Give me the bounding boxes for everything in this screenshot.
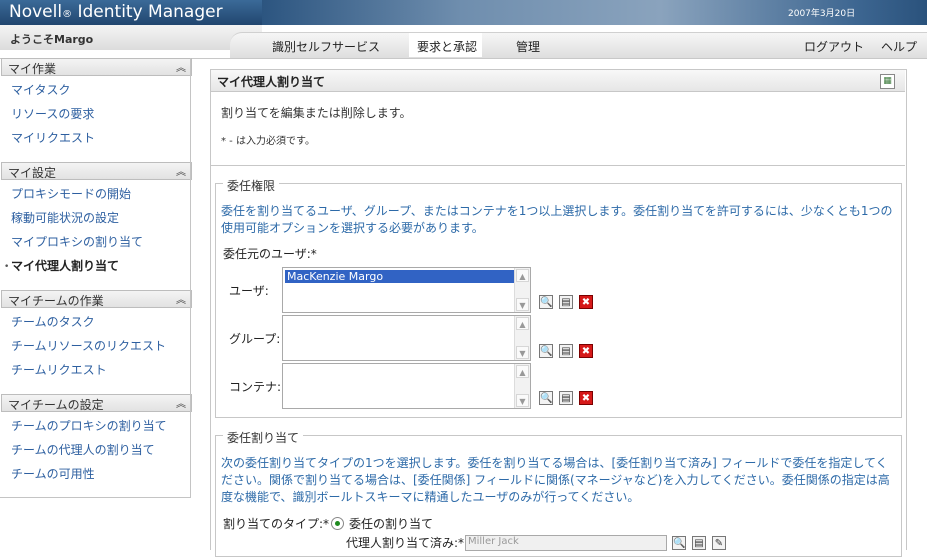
group-history-icon[interactable]: ▤: [559, 344, 573, 358]
active-bullet-icon: •: [4, 262, 10, 272]
proxy-assigned-field[interactable]: Miller Jack: [465, 535, 667, 551]
scroll-up-icon[interactable]: ▲: [516, 317, 529, 330]
app-logo: Novell® Identity Manager: [9, 2, 223, 22]
required-note: * - は入力必須です。: [221, 136, 315, 147]
sidebar-item-team-resource-requests[interactable]: チームリソースのリクエスト: [11, 337, 166, 354]
sidebar-item-team-tasks[interactable]: チームのタスク: [11, 313, 95, 330]
current-date: 2007年3月20日: [788, 9, 856, 19]
container-search-icon[interactable]: 🔍: [539, 391, 553, 405]
page-title: マイ代理人割り当て: [217, 75, 326, 89]
delegation-legend: 委任権限: [223, 177, 280, 194]
user-listbox[interactable]: MacKenzie Margo ▲ ▼: [282, 267, 531, 313]
proxy-edit-icon[interactable]: ✎: [712, 536, 726, 550]
proxy-assigned-label: 代理人割り当て済み:*: [346, 536, 465, 550]
sidebar-item-start-proxy-mode[interactable]: プロキシモードの開始: [11, 185, 131, 202]
group-label: グループ:: [229, 332, 281, 346]
group-search-icon[interactable]: 🔍: [539, 344, 553, 358]
sidebar-item-my-tasks[interactable]: マイタスク: [11, 81, 71, 98]
scroll-up-icon[interactable]: ▲: [516, 365, 529, 378]
user-label: ユーザ:: [229, 284, 269, 298]
sidebar-item-team-proxy-assignments[interactable]: チームのプロキシの割り当て: [11, 417, 167, 434]
assignment-type-option: 委任の割り当て: [349, 517, 434, 531]
scroll-down-icon[interactable]: ▼: [516, 394, 529, 407]
assignment-info: 次の委任割り当てタイプの1つを選択します。委任を割り当てる場合は、[委任割り当て…: [221, 456, 890, 504]
assignment-type-label: 割り当てのタイプ:*: [223, 517, 330, 531]
scrollbar[interactable]: ▲ ▼: [514, 364, 530, 408]
assignment-legend: 委任割り当て: [223, 429, 304, 446]
user-selected-item[interactable]: MacKenzie Margo: [285, 270, 515, 283]
scroll-down-icon[interactable]: ▼: [516, 298, 529, 311]
sidebar-bottom-border: [0, 497, 191, 498]
container-label: コンテナ:: [229, 380, 282, 394]
help-link[interactable]: ヘルプ: [881, 38, 917, 55]
sidebar-item-proxy-assignments[interactable]: マイプロキシの割り当て: [11, 233, 143, 250]
collapse-icon[interactable]: ︽: [174, 395, 188, 410]
logout-link[interactable]: ログアウト: [804, 38, 864, 55]
container-history-icon[interactable]: ▤: [559, 391, 573, 405]
collapse-icon[interactable]: ︽: [174, 59, 188, 74]
group-listbox[interactable]: ▲ ▼: [282, 315, 531, 361]
collapse-icon[interactable]: ︽: [174, 291, 188, 306]
sidebar-border: [190, 58, 191, 498]
sidebar-item-team-requests[interactable]: チームリクエスト: [11, 361, 107, 378]
scrollbar[interactable]: ▲ ▼: [514, 316, 530, 360]
proxy-search-icon[interactable]: 🔍: [672, 536, 686, 550]
user-search-icon[interactable]: 🔍: [539, 295, 553, 309]
user-clear-icon[interactable]: ✖: [579, 295, 593, 309]
sidebar-item-team-delegate-assignments[interactable]: チームの代理人の割り当て: [11, 441, 155, 458]
proxy-history-icon[interactable]: ▤: [692, 536, 706, 550]
container-listbox[interactable]: ▲ ▼: [282, 363, 531, 409]
section-divider: [211, 165, 905, 166]
from-user-label: 委任元のユーザ:*: [223, 247, 317, 261]
sidebar-item-my-requests[interactable]: マイリクエスト: [11, 129, 95, 146]
sidebar-item-delegate-assignments[interactable]: マイ代理人割り当て: [11, 257, 119, 274]
scroll-up-icon[interactable]: ▲: [516, 269, 529, 282]
collapse-icon[interactable]: ︽: [174, 163, 188, 178]
welcome-message: ようこそMargo: [10, 33, 94, 46]
sidebar-item-availability[interactable]: 稼動可能状況の設定: [11, 209, 119, 226]
scroll-down-icon[interactable]: ▼: [516, 346, 529, 359]
layout-icon[interactable]: ▦: [880, 74, 895, 89]
scrollbar[interactable]: ▲ ▼: [514, 268, 530, 312]
group-clear-icon[interactable]: ✖: [579, 344, 593, 358]
assignment-type-radio[interactable]: [331, 517, 344, 530]
sidebar-section-team-settings[interactable]: マイチームの設定 ︽: [1, 394, 192, 412]
sidebar-section-my-settings[interactable]: マイ設定 ︽: [1, 162, 192, 180]
sidebar-section-my-work[interactable]: マイ作業 ︽: [1, 58, 192, 76]
sidebar-item-team-availability[interactable]: チームの可用性: [11, 465, 95, 482]
user-history-icon[interactable]: ▤: [559, 295, 573, 309]
tab-requests-approvals[interactable]: 要求と承認: [417, 38, 477, 55]
page-description: 割り当てを編集または削除します。: [221, 106, 412, 120]
container-clear-icon[interactable]: ✖: [579, 391, 593, 405]
tab-identity-self-service[interactable]: 識別セルフサービス: [272, 38, 380, 55]
delegation-info: 委任を割り当てるユーザ、グループ、またはコンテナを1つ以上選択します。委任割り当…: [221, 204, 893, 235]
sidebar-section-team-work[interactable]: マイチームの作業 ︽: [1, 290, 192, 308]
tab-administration[interactable]: 管理: [516, 38, 540, 55]
sidebar-item-request-resources[interactable]: リソースの要求: [11, 105, 94, 122]
